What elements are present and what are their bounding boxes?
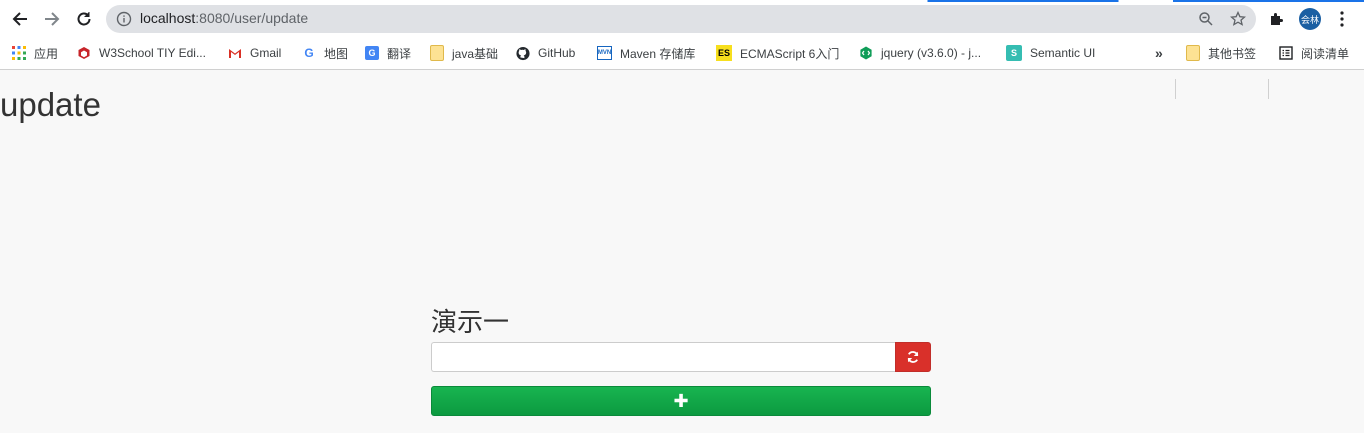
bookmark-label: Semantic UI xyxy=(1030,46,1096,60)
star-icon[interactable] xyxy=(1230,11,1246,27)
forward-button[interactable] xyxy=(40,7,64,31)
bookmark-jquery[interactable]: jquery (v3.6.0) - j... xyxy=(859,43,981,63)
reading-list-icon xyxy=(1279,46,1293,60)
bookmark-label: 阅读清单 xyxy=(1301,46,1350,61)
bookmark-ecmascript[interactable]: ES ECMAScript 6入门 xyxy=(716,43,839,63)
bookmark-semantic-ui[interactable]: S Semantic UI xyxy=(1006,43,1095,63)
jquery-icon xyxy=(859,46,873,60)
bookmark-label: 翻译 xyxy=(387,46,412,61)
arrow-left-icon xyxy=(12,12,27,26)
page-title: update xyxy=(0,86,101,123)
bookmark-maven[interactable]: MVN Maven 存储库 xyxy=(597,43,695,63)
url-host: localhost xyxy=(140,10,196,26)
arrow-right-icon xyxy=(45,12,60,26)
demo-title: 演示一 xyxy=(431,307,510,337)
url-path: :8080/user/update xyxy=(195,10,309,26)
profile-avatar[interactable]: 会林 xyxy=(1299,8,1321,30)
more-bookmarks-icon: » xyxy=(1155,45,1163,61)
bookmark-label: ECMAScript 6入门 xyxy=(740,46,840,61)
bookmark-java[interactable]: java基础 xyxy=(430,43,498,63)
bookmark-label: Maven 存储库 xyxy=(620,46,696,61)
bookmark-other[interactable]: 其他书签 xyxy=(1186,43,1256,63)
bookmark-translate[interactable]: G 翻译 xyxy=(365,43,411,63)
bookmark-label: jquery (v3.6.0) - j... xyxy=(881,46,982,60)
w3school-icon xyxy=(77,46,91,60)
back-button[interactable] xyxy=(8,7,32,31)
more-bookmarks-button[interactable]: » xyxy=(1155,43,1163,63)
semantic-ui-icon: S xyxy=(1006,45,1022,61)
gmail-icon xyxy=(228,46,242,60)
refresh-icon xyxy=(907,351,919,363)
extensions-button[interactable] xyxy=(1267,9,1287,29)
input-group xyxy=(431,342,931,372)
bookmarks-divider xyxy=(1268,79,1269,99)
bookmark-label: Gmail xyxy=(250,46,282,60)
refresh-button[interactable] xyxy=(895,342,931,372)
google-icon: G xyxy=(304,46,314,60)
reload-icon xyxy=(77,12,91,26)
address-bar[interactable]: localhost:8080/user/update xyxy=(106,5,1256,33)
menu-button[interactable] xyxy=(1332,9,1352,29)
loading-bar xyxy=(0,0,1364,2)
url-text[interactable]: localhost:8080/user/update xyxy=(140,10,308,26)
bookmark-label: 其他书签 xyxy=(1208,46,1257,61)
bookmark-label: 地图 xyxy=(324,46,349,61)
text-input[interactable] xyxy=(431,342,895,372)
maven-icon: MVN xyxy=(597,46,612,60)
folder-icon xyxy=(430,45,444,61)
github-icon xyxy=(516,46,530,60)
bookmark-label: W3School TIY Edi... xyxy=(99,46,206,60)
reading-list-button[interactable]: 阅读清单 xyxy=(1279,43,1349,63)
bookmark-maps[interactable]: G 地图 xyxy=(302,43,348,63)
browser-toolbar: localhost:8080/user/update 会林 xyxy=(0,0,1364,37)
zoom-icon[interactable] xyxy=(1198,11,1214,27)
bookmark-github[interactable]: GitHub xyxy=(516,43,575,63)
apps-grid-icon xyxy=(12,46,26,60)
bookmark-label: 应用 xyxy=(34,46,59,61)
translate-icon: G xyxy=(365,46,379,60)
bookmark-gmail[interactable]: Gmail xyxy=(228,43,281,63)
bookmarks-bar: 应用 W3School TIY Edi... Gmail G 地图 G 翻译 j… xyxy=(0,37,1364,99)
bookmark-label: java基础 xyxy=(452,46,499,61)
kebab-menu-icon xyxy=(1340,11,1344,27)
bookmark-apps[interactable]: 应用 xyxy=(12,43,58,63)
bookmark-w3school[interactable]: W3School TIY Edi... xyxy=(77,43,206,63)
puzzle-icon xyxy=(1271,13,1283,25)
plus-icon: ✚ xyxy=(673,390,689,411)
reload-button[interactable] xyxy=(72,7,96,31)
bookmark-label: GitHub xyxy=(538,46,576,60)
info-icon[interactable] xyxy=(116,11,132,27)
folder-icon xyxy=(1186,45,1200,61)
bookmarks-divider xyxy=(1175,79,1176,99)
es-icon: ES xyxy=(716,45,732,61)
add-button[interactable]: ✚ xyxy=(431,386,931,416)
